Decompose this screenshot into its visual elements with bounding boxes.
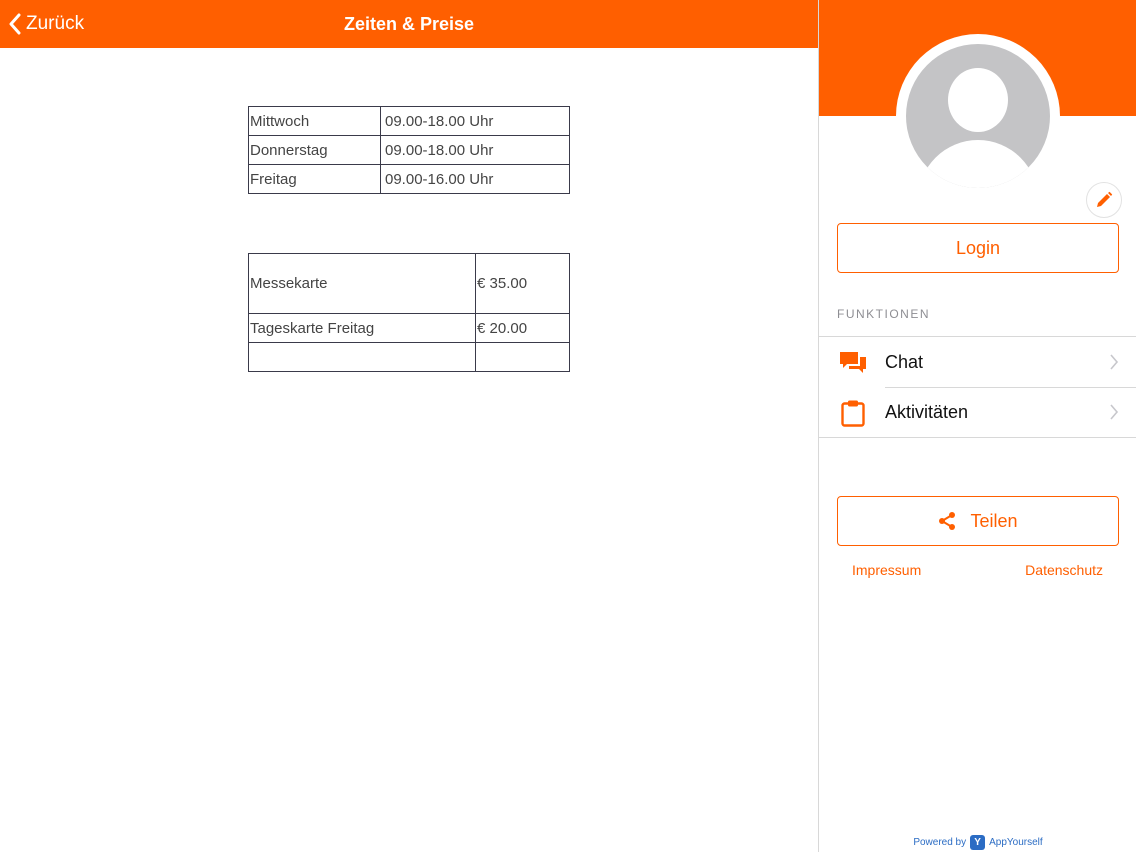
- table-cell-day: Donnerstag: [248, 135, 381, 165]
- table-row: Tageskarte Freitag € 20.00: [248, 313, 570, 343]
- login-button-label: Login: [955, 237, 1001, 258]
- avatar-body-shape: [918, 140, 1038, 188]
- pencil-icon: [1097, 191, 1113, 207]
- functions-menu: Chat Aktivitäten: [819, 336, 1136, 438]
- menu-item-label: Aktivitäten: [885, 401, 969, 422]
- menu-item-chat[interactable]: Chat: [819, 337, 1136, 387]
- share-icon: [939, 512, 956, 530]
- chevron-right-icon: [1110, 404, 1119, 420]
- table-cell-ticket: Tageskarte Freitag: [248, 313, 476, 343]
- table-cell-time: 09.00-16.00 Uhr: [380, 164, 570, 194]
- table-cell-time: 09.00-18.00 Uhr: [380, 135, 570, 165]
- top-navigation-bar: Zurück Zeiten & Preise: [0, 0, 818, 48]
- table-cell-price: € 20.00: [475, 313, 570, 343]
- powered-by-label: Powered by: [913, 837, 967, 848]
- table-row: Mittwoch 09.00-18.00 Uhr: [248, 106, 570, 136]
- main-content: Zurück Zeiten & Preise Mittwoch 09.00-18…: [0, 0, 818, 852]
- brand-name: AppYourself: [989, 837, 1043, 848]
- opening-hours-table: Mittwoch 09.00-18.00 Uhr Donnerstag 09.0…: [248, 106, 570, 194]
- side-menu: Login FUNKTIONEN Chat Aktivitäten Teilen…: [818, 0, 1136, 852]
- table-cell-price: € 35.00: [475, 253, 570, 314]
- table-cell-time: 09.00-18.00 Uhr: [380, 106, 570, 136]
- avatar-head-shape: [948, 68, 1008, 132]
- edit-profile-button[interactable]: [1086, 182, 1122, 218]
- chat-bubbles-icon: [840, 352, 866, 373]
- table-cell-ticket: Messekarte: [248, 253, 476, 314]
- clipboard-icon: [841, 400, 865, 427]
- table-row: Freitag 09.00-16.00 Uhr: [248, 164, 570, 194]
- powered-by-badge[interactable]: Powered by Y AppYourself: [819, 835, 1136, 850]
- page-title: Zeiten & Preise: [343, 14, 475, 34]
- login-button[interactable]: Login: [837, 223, 1119, 273]
- avatar[interactable]: [896, 34, 1122, 218]
- section-label-funktionen: FUNKTIONEN: [837, 307, 930, 321]
- menu-item-label: Chat: [885, 351, 924, 372]
- datenschutz-link[interactable]: Datenschutz: [1025, 562, 1103, 578]
- appyourself-logo-icon: Y: [970, 835, 986, 850]
- menu-item-aktivitaeten[interactable]: Aktivitäten: [819, 387, 1136, 437]
- chevron-right-icon: [1110, 354, 1119, 370]
- table-cell-day: Mittwoch: [248, 106, 381, 136]
- table-cell-day: Freitag: [248, 164, 381, 194]
- table-cell-price: [475, 342, 570, 372]
- table-row: Messekarte € 35.00: [248, 253, 570, 314]
- prices-table: Messekarte € 35.00 Tageskarte Freitag € …: [248, 253, 570, 372]
- table-row: Donnerstag 09.00-18.00 Uhr: [248, 135, 570, 165]
- user-placeholder-icon: [906, 44, 1050, 188]
- share-button-label: Teilen: [970, 510, 1018, 531]
- impressum-link[interactable]: Impressum: [852, 562, 921, 578]
- share-button[interactable]: Teilen: [837, 496, 1119, 546]
- table-row: [248, 342, 570, 372]
- table-cell-ticket: [248, 342, 476, 372]
